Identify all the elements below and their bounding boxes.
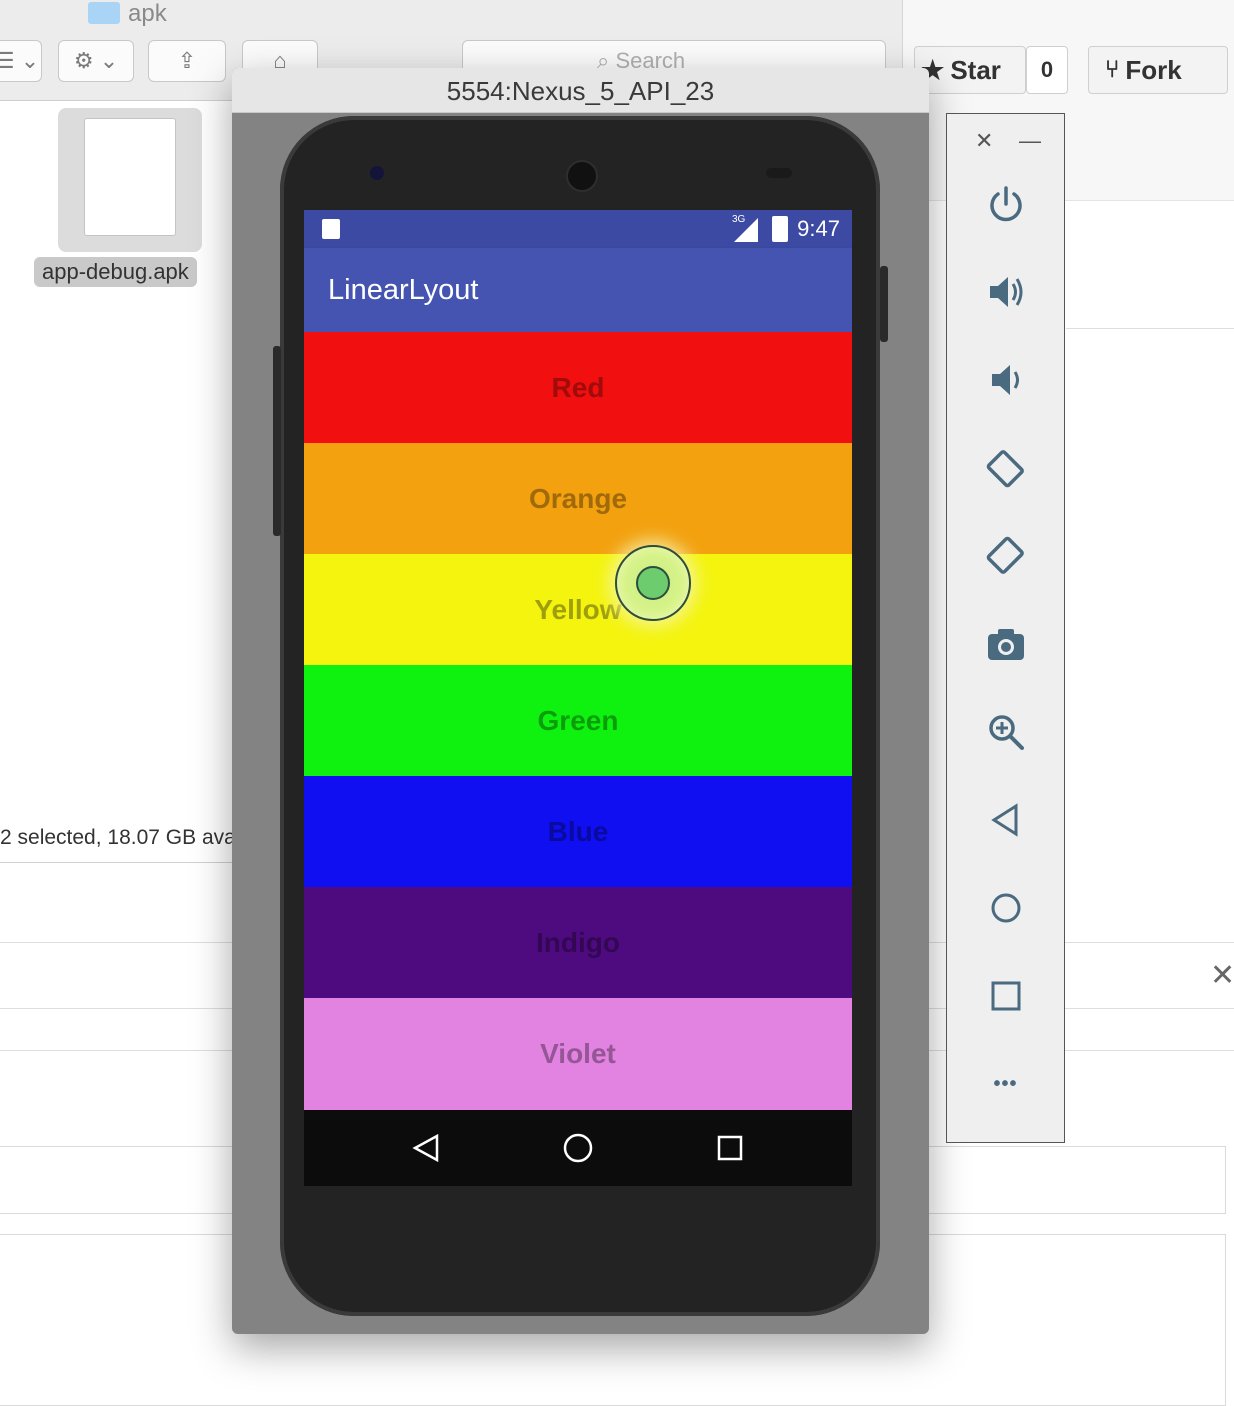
home-icon bbox=[563, 1133, 593, 1163]
power-button[interactable] bbox=[947, 174, 1064, 234]
phone-screen: 3G 9:47 LinearLyout Red Orange Yellow Gr… bbox=[304, 210, 852, 1186]
home-icon bbox=[991, 893, 1020, 923]
network-type: 3G bbox=[732, 214, 746, 225]
star-button[interactable]: ★ Star bbox=[914, 46, 1026, 94]
home-button[interactable] bbox=[947, 878, 1064, 938]
camera-icon bbox=[987, 629, 1024, 660]
band-label: Orange bbox=[528, 482, 628, 514]
band-blue[interactable]: Blue bbox=[304, 776, 852, 887]
share-icon: ⇪ bbox=[177, 48, 197, 73]
band-violet[interactable]: Violet bbox=[304, 998, 852, 1110]
nav-back-button[interactable] bbox=[406, 1128, 446, 1168]
file-label[interactable]: app-debug.apk bbox=[34, 257, 197, 287]
rotate-right-button[interactable] bbox=[947, 526, 1064, 586]
band-yellow[interactable]: Yellow bbox=[304, 554, 852, 665]
fork-icon: ⑂ bbox=[1105, 56, 1120, 83]
fork-button[interactable]: ⑂ Fork bbox=[1088, 46, 1228, 94]
gear-icon: ⚙ ⌄ bbox=[73, 48, 119, 73]
volume-down-icon bbox=[991, 365, 1019, 395]
document-icon bbox=[84, 118, 176, 236]
star-count[interactable]: 0 bbox=[1026, 46, 1068, 94]
view-options-button[interactable]: ☰ ⌄ bbox=[0, 40, 42, 82]
overview-button[interactable] bbox=[947, 966, 1064, 1026]
navigation-bar bbox=[304, 1110, 852, 1186]
close-icon[interactable]: ✕ bbox=[1210, 958, 1234, 993]
zoom-button[interactable] bbox=[947, 702, 1064, 762]
overview-icon bbox=[991, 981, 1020, 1011]
back-button[interactable] bbox=[947, 790, 1064, 850]
status-time: 9:47 bbox=[797, 216, 840, 241]
band-label: Indigo bbox=[536, 926, 620, 958]
status-text: 2 selected, 18.07 GB available bbox=[0, 826, 234, 849]
emulator-title: 5554:Nexus_5_API_23 bbox=[232, 68, 929, 113]
band-red[interactable]: Red bbox=[304, 332, 852, 443]
volume-up-button[interactable] bbox=[947, 262, 1064, 322]
back-icon bbox=[990, 803, 1017, 837]
star-label: Star bbox=[950, 54, 1001, 85]
band-label: Red bbox=[551, 371, 605, 403]
sd-card-icon bbox=[322, 219, 340, 239]
touch-indicator-center bbox=[636, 566, 670, 600]
band-orange[interactable]: Orange bbox=[304, 443, 852, 554]
proximity-sensor bbox=[766, 168, 792, 178]
app-bar: LinearLyout bbox=[304, 248, 852, 332]
band-indigo[interactable]: Indigo bbox=[304, 887, 852, 998]
status-bar: 3G 9:47 bbox=[304, 210, 852, 248]
back-icon bbox=[412, 1133, 439, 1163]
volume-down-button[interactable] bbox=[947, 350, 1064, 410]
band-label: Yellow bbox=[534, 593, 622, 625]
phone-side-button bbox=[273, 346, 281, 536]
more-icon: ••• bbox=[993, 1072, 1018, 1095]
folder-title: apk bbox=[128, 0, 167, 27]
zoom-icon bbox=[988, 715, 1024, 750]
fork-label: Fork bbox=[1125, 54, 1182, 85]
volume-up-icon bbox=[989, 277, 1022, 307]
folder-icon bbox=[88, 2, 120, 24]
app-title: LinearLyout bbox=[328, 274, 479, 306]
screenshot-button[interactable] bbox=[947, 614, 1064, 674]
action-button[interactable]: ⚙ ⌄ bbox=[58, 40, 134, 82]
band-label: Blue bbox=[547, 815, 609, 847]
band-label: Violet bbox=[540, 1038, 616, 1069]
battery-icon bbox=[772, 216, 788, 242]
front-camera-icon bbox=[370, 166, 384, 180]
band-label: Green bbox=[537, 704, 619, 736]
more-button[interactable]: ••• bbox=[947, 1054, 1064, 1114]
rotate-right-icon bbox=[986, 536, 1024, 574]
phone-power-button bbox=[880, 266, 888, 342]
nav-home-button[interactable] bbox=[558, 1128, 598, 1168]
list-view-icon: ☰ ⌄ bbox=[0, 48, 40, 73]
close-icon[interactable]: ✕ bbox=[975, 128, 993, 154]
rotate-left-icon bbox=[986, 450, 1024, 488]
rotate-left-button[interactable] bbox=[947, 438, 1064, 498]
band-green[interactable]: Green bbox=[304, 665, 852, 776]
power-icon bbox=[989, 186, 1022, 222]
minimize-icon[interactable]: — bbox=[1019, 128, 1041, 154]
emulator-controls: ✕ — ••• bbox=[946, 113, 1065, 1143]
speaker-icon bbox=[566, 160, 598, 192]
divider bbox=[1066, 328, 1234, 329]
nav-overview-button[interactable] bbox=[710, 1128, 750, 1168]
overview-icon bbox=[717, 1135, 743, 1161]
star-count-value: 0 bbox=[1040, 57, 1054, 82]
share-button[interactable]: ⇪ bbox=[148, 40, 226, 82]
